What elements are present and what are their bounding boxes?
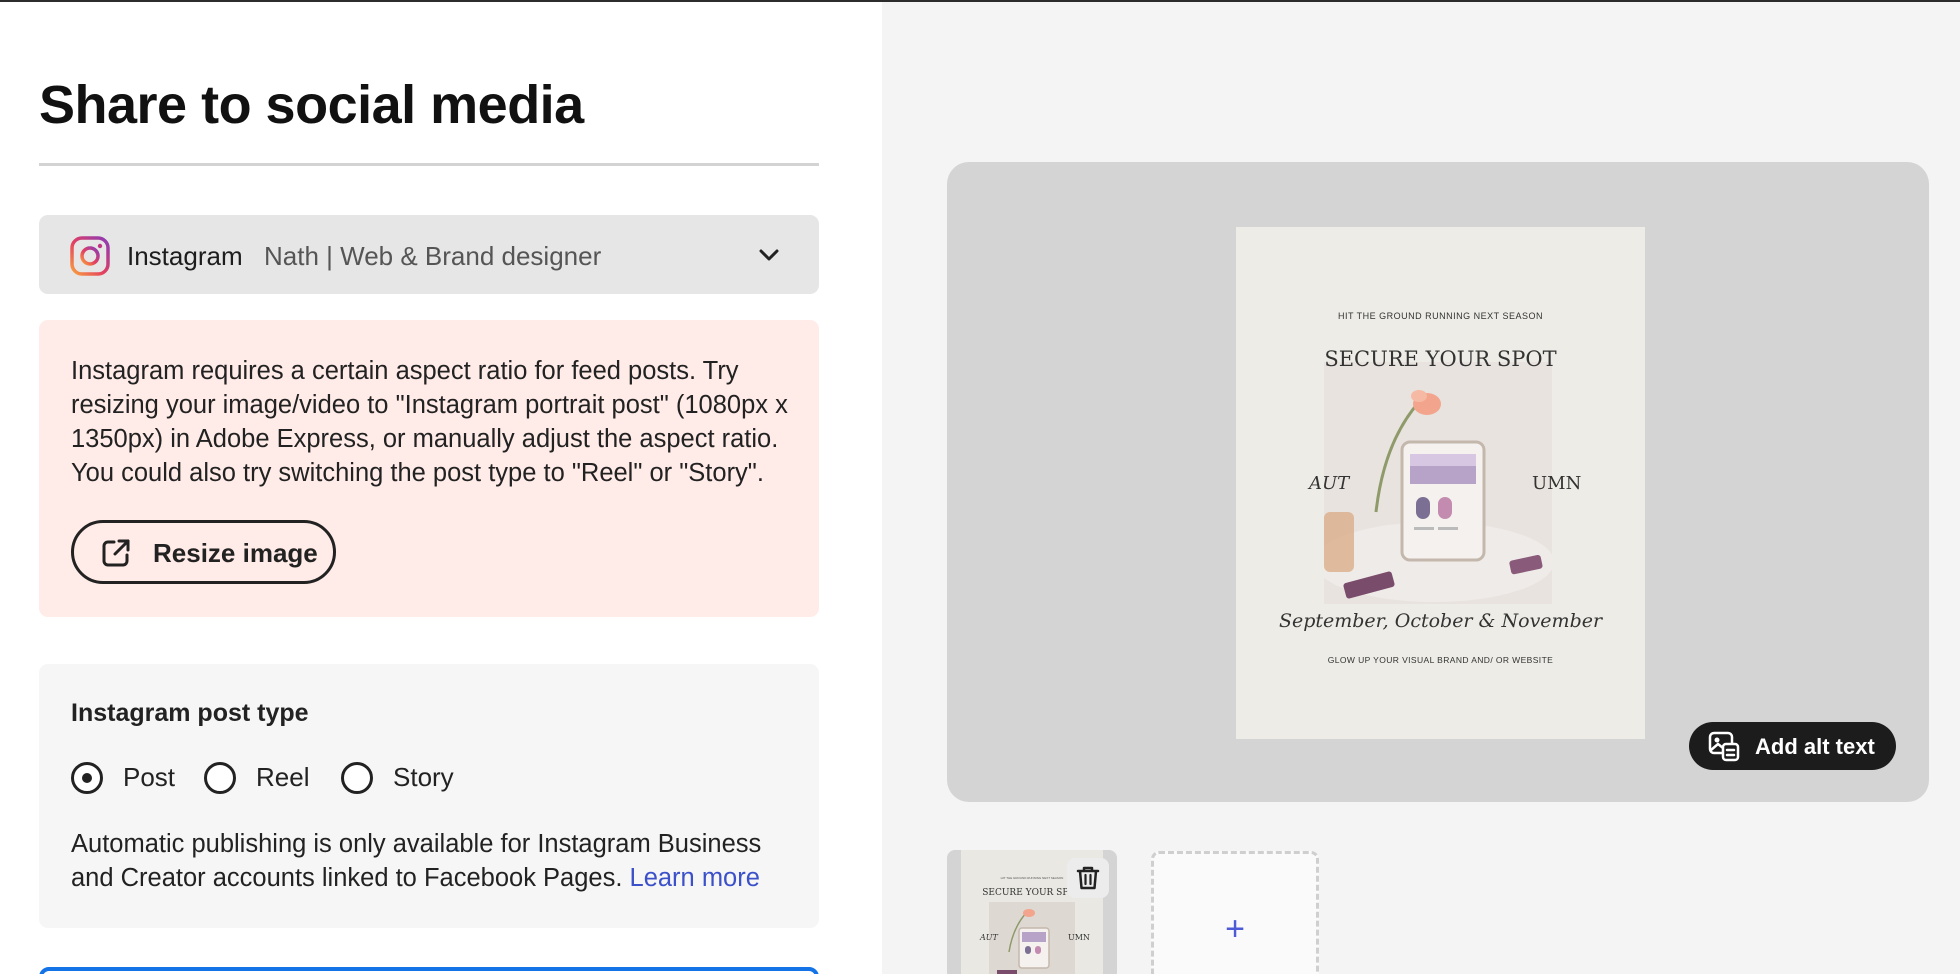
- poster-left-word: AUT: [1309, 473, 1350, 494]
- learn-more-link[interactable]: Learn more: [630, 864, 760, 892]
- instagram-icon: [70, 236, 110, 276]
- delete-media-button[interactable]: [1067, 858, 1109, 898]
- poster-months: September, October & November: [1278, 610, 1603, 632]
- plus-icon: +: [1225, 910, 1245, 948]
- title-divider: [39, 163, 819, 166]
- resize-image-label: Resize image: [153, 538, 318, 568]
- thumbnail-illustration: [997, 909, 1050, 974]
- add-alt-text-label: Add alt text: [1755, 734, 1875, 759]
- post-type-heading: Instagram post type: [71, 699, 309, 727]
- page-title: Share to social media: [39, 75, 584, 135]
- aspect-ratio-warning: Instagram requires a certain aspect rati…: [39, 320, 819, 617]
- account-selector[interactable]: Instagram Nath | Web & Brand designer: [39, 215, 819, 294]
- preview-panel: HIT THE GROUND RUNNING NEXT SEASON SECUR…: [882, 2, 1960, 974]
- media-preview: HIT THE GROUND RUNNING NEXT SEASON SECUR…: [947, 162, 1929, 802]
- resize-image-button[interactable]: Resize image: [71, 520, 336, 584]
- warning-message: Instagram requires a certain aspect rati…: [71, 357, 788, 487]
- poster-headline: SECURE YOUR SPOT: [1324, 347, 1557, 371]
- media-thumbnail[interactable]: HIT THE GROUND RUNNING NEXT SEASON SECUR…: [947, 850, 1117, 974]
- radio-story-indicator[interactable]: [341, 762, 373, 794]
- poster-bottom-line: GLOW UP YOUR VISUAL BRAND AND/ OR WEBSIT…: [1327, 655, 1554, 665]
- add-alt-text-button[interactable]: Add alt text: [1689, 722, 1896, 770]
- share-panel: Share to social media Instagram Nath | W…: [0, 2, 882, 974]
- alt-text-icon: [1708, 731, 1740, 762]
- publishing-note: Automatic publishing is only available f…: [71, 827, 801, 895]
- poster-photo: [1314, 362, 1554, 604]
- chevron-down-icon[interactable]: [756, 242, 782, 268]
- radio-post-indicator[interactable]: [71, 762, 103, 794]
- next-section-edge: [39, 967, 819, 974]
- poster-top-line: HIT THE GROUND RUNNING NEXT SEASON: [1337, 311, 1544, 321]
- radio-post-label: Post: [123, 762, 176, 792]
- tablet-still-life-illustration: [1314, 362, 1554, 604]
- poster-right-word: UMN: [1532, 473, 1582, 494]
- poster-image: HIT THE GROUND RUNNING NEXT SEASON SECUR…: [1236, 227, 1645, 739]
- post-type-section: Instagram post type Post Reel Story Auto…: [39, 664, 819, 928]
- radio-reel-indicator[interactable]: [204, 762, 236, 794]
- account-name: Nath | Web & Brand designer: [264, 241, 602, 271]
- radio-story-label: Story: [393, 762, 454, 792]
- trash-icon: [1076, 866, 1100, 890]
- thumbnail-left-word: AUT: [980, 933, 998, 942]
- thumbnail-photo: [989, 902, 1075, 974]
- external-link-icon: [102, 539, 130, 567]
- radio-reel-label: Reel: [256, 762, 310, 792]
- add-media-button[interactable]: +: [1151, 851, 1319, 974]
- thumbnail-right-word: UMN: [1068, 933, 1090, 942]
- account-platform-label: Instagram: [127, 241, 243, 271]
